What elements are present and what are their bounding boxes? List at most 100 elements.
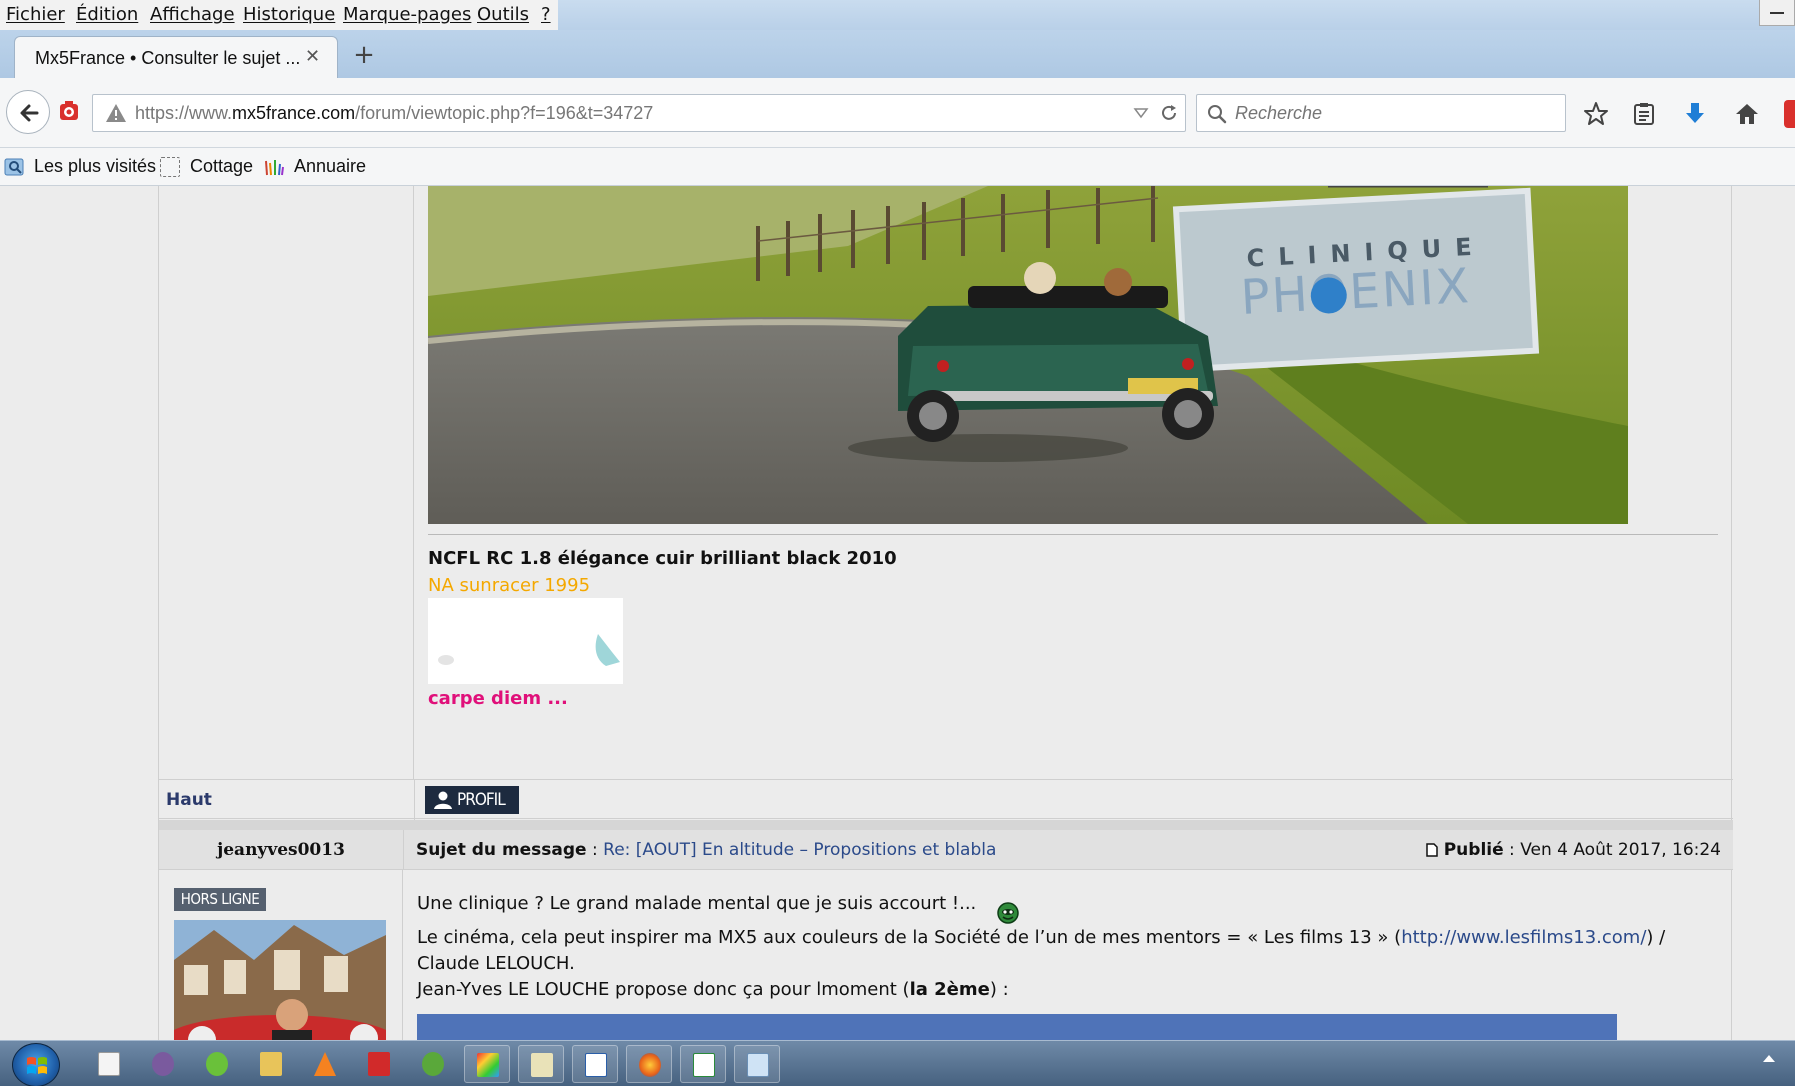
post-text-line4: Jean-Yves LE LOUCHE propose donc ça pour… bbox=[417, 979, 1009, 1000]
menu-fichier[interactable]: Fichier bbox=[6, 4, 65, 25]
palette-icon bbox=[477, 1053, 499, 1077]
post-text-line3: Claude LELOUCH. bbox=[417, 953, 575, 974]
taskbar-firefox[interactable] bbox=[626, 1045, 672, 1083]
smiley-icon bbox=[997, 902, 1019, 924]
movie-still-illustration: CLINIQUE PHOENIX bbox=[428, 186, 1628, 524]
taskbar-explorer[interactable] bbox=[248, 1045, 294, 1083]
taskbar-app-fishbowl[interactable] bbox=[140, 1045, 186, 1083]
menu-help[interactable]: ? bbox=[541, 4, 551, 25]
subject-label: Sujet du message bbox=[416, 840, 587, 860]
signature-banner-image bbox=[428, 598, 623, 684]
post-document-icon[interactable] bbox=[1426, 843, 1439, 857]
taskbar-app-green[interactable] bbox=[194, 1045, 240, 1083]
post-published: Publié : Ven 4 Août 2017, 16:24 bbox=[1426, 840, 1721, 860]
post-image-movie-still: CLINIQUE PHOENIX bbox=[428, 186, 1628, 524]
taskbar-calc[interactable] bbox=[680, 1045, 726, 1083]
folder-icon bbox=[260, 1052, 282, 1076]
menu-edition[interactable]: Édition bbox=[76, 4, 138, 25]
status-badge: HORS LIGNE bbox=[174, 888, 266, 911]
contacts-icon bbox=[531, 1053, 553, 1077]
taskbar-app-triangle[interactable] bbox=[410, 1045, 456, 1083]
post-embedded-image bbox=[417, 1014, 1617, 1040]
url-bar[interactable]: https://www.mx5france.com/forum/viewtopi… bbox=[92, 94, 1186, 132]
app-icon bbox=[422, 1052, 444, 1076]
star-icon[interactable] bbox=[1582, 100, 1610, 128]
back-to-top-link[interactable]: Haut bbox=[166, 790, 212, 810]
taskbar-acrobat[interactable] bbox=[356, 1045, 402, 1083]
footer-divider bbox=[414, 780, 415, 820]
avatar[interactable] bbox=[174, 920, 386, 1040]
minimize-icon bbox=[1770, 12, 1784, 14]
profile-button[interactable]: PROFIL bbox=[425, 786, 519, 814]
download-arrow-icon[interactable] bbox=[1681, 100, 1709, 128]
navigation-bar: https://www.mx5france.com/forum/viewtopi… bbox=[0, 78, 1795, 148]
taskbar-paint[interactable] bbox=[464, 1045, 510, 1083]
forum-content: CLINIQUE PHOENIX NCFL RC 1.8 élégance cu… bbox=[158, 186, 1733, 1040]
tab-title: Mx5France • Consulter le sujet ... bbox=[35, 48, 301, 68]
signature-divider bbox=[428, 534, 1718, 535]
app-icon bbox=[152, 1052, 174, 1076]
subject-link[interactable]: Re: [AOUT] En altitude – Propositions et… bbox=[603, 840, 996, 860]
menu-bar: Fichier Édition Affichage Historique Mar… bbox=[0, 0, 1795, 30]
annuaire-icon bbox=[265, 160, 284, 176]
taskbar-writer[interactable] bbox=[572, 1045, 618, 1083]
spreadsheet-icon bbox=[693, 1053, 715, 1077]
taskbar-vlc[interactable] bbox=[302, 1045, 348, 1083]
tab-close-icon[interactable]: ✕ bbox=[305, 46, 320, 67]
search-icon bbox=[1208, 105, 1227, 124]
home-icon[interactable] bbox=[1733, 100, 1761, 128]
tray-expand-icon[interactable] bbox=[1763, 1055, 1775, 1062]
url-text[interactable]: https://www.mx5france.com/forum/viewtopi… bbox=[135, 103, 653, 124]
bookmark-annuaire[interactable]: Annuaire bbox=[294, 156, 366, 177]
window-icon bbox=[747, 1053, 769, 1077]
post2-header: jeanyves0013 Sujet du message : Re: [AOU… bbox=[159, 830, 1733, 870]
addon-icon[interactable] bbox=[58, 100, 80, 122]
menu-historique[interactable]: Historique bbox=[243, 4, 335, 25]
tab-mx5france[interactable]: Mx5France • Consulter le sujet ... ✕ bbox=[14, 36, 338, 78]
taskbar-notepad[interactable] bbox=[86, 1045, 132, 1083]
clipboard-icon[interactable] bbox=[1630, 100, 1658, 128]
back-button[interactable] bbox=[6, 90, 50, 134]
search-bar[interactable] bbox=[1196, 94, 1566, 132]
signature-na-text: NA sunracer 1995 bbox=[428, 575, 591, 596]
bookmark-most-visited[interactable]: Les plus visités bbox=[34, 156, 156, 177]
post1-profile-column bbox=[159, 186, 414, 779]
user-icon bbox=[434, 791, 452, 809]
post-author[interactable]: jeanyves0013 bbox=[159, 830, 403, 870]
overflow-addon-icon[interactable] bbox=[1784, 100, 1795, 128]
avatar-image bbox=[174, 920, 386, 1040]
taskbar-contacts[interactable] bbox=[518, 1045, 564, 1083]
post1-footer: Haut PROFIL bbox=[159, 779, 1733, 820]
bookmark-cottage[interactable]: Cottage bbox=[190, 156, 253, 177]
header-divider bbox=[403, 830, 404, 870]
subject-separator: : bbox=[586, 840, 604, 860]
search-input[interactable] bbox=[1235, 101, 1555, 125]
minimize-button[interactable] bbox=[1759, 0, 1795, 26]
taskbar-window[interactable] bbox=[734, 1045, 780, 1083]
reload-icon[interactable] bbox=[1159, 103, 1179, 123]
start-button[interactable] bbox=[12, 1043, 60, 1086]
page-viewport: CLINIQUE PHOENIX NCFL RC 1.8 élégance cu… bbox=[0, 186, 1795, 1040]
published-label: Publié bbox=[1443, 840, 1504, 860]
menu-marque-pages[interactable]: Marque-pages bbox=[343, 4, 471, 25]
app-icon bbox=[206, 1052, 228, 1076]
cottage-icon bbox=[160, 157, 180, 177]
menu-outils[interactable]: Outils bbox=[477, 4, 529, 25]
signature-motto-text: carpe diem ... bbox=[428, 688, 568, 709]
history-dropdown-icon[interactable] bbox=[1133, 105, 1149, 121]
windows-logo-icon bbox=[27, 1057, 47, 1074]
profile-button-label: PROFIL bbox=[457, 790, 506, 810]
published-separator: : bbox=[1503, 840, 1521, 860]
signature-banner-graphic bbox=[438, 634, 620, 666]
post2-profile-column: HORS LIGNE bbox=[159, 870, 403, 1040]
writer-icon bbox=[585, 1053, 607, 1077]
bookmarks-toolbar: Les plus visités Cottage Annuaire bbox=[0, 148, 1795, 186]
pdf-icon bbox=[368, 1052, 390, 1076]
menu-affichage[interactable]: Affichage bbox=[150, 4, 235, 25]
warning-triangle-icon[interactable] bbox=[105, 103, 127, 123]
tab-strip: Mx5France • Consulter le sujet ... ✕ + bbox=[0, 30, 1795, 78]
lesfilms13-link[interactable]: http://www.lesfilms13.com/ bbox=[1401, 927, 1646, 948]
arrow-left-icon bbox=[20, 104, 39, 122]
vlc-cone-icon bbox=[314, 1052, 336, 1076]
new-tab-button[interactable]: + bbox=[350, 42, 378, 70]
